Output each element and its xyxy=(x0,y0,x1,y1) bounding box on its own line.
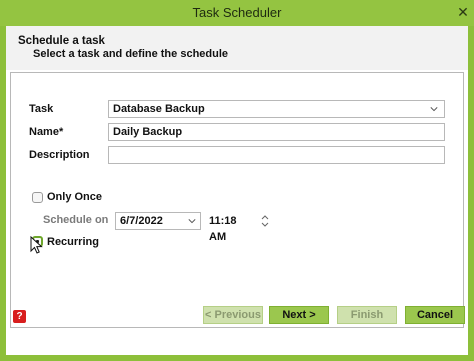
time-value: 11:18 AM xyxy=(209,215,237,243)
header-subtitle: Select a task and define the schedule xyxy=(33,48,229,60)
schedule-on-label: Schedule on xyxy=(43,214,109,226)
title-bar: Task Scheduler ✕ xyxy=(0,0,474,26)
recurring-label[interactable]: Recurring xyxy=(47,236,99,248)
help-icon[interactable]: ? xyxy=(13,310,26,323)
previous-button-label: < Previous xyxy=(205,309,261,321)
task-dropdown-value: Database Backup xyxy=(113,103,205,115)
task-dropdown[interactable]: Database Backup xyxy=(108,100,445,118)
name-label: Name* xyxy=(29,126,64,138)
chevron-down-icon xyxy=(188,219,196,224)
close-icon[interactable]: ✕ xyxy=(454,0,472,24)
finish-button-label: Finish xyxy=(350,309,384,321)
next-button[interactable]: Next > xyxy=(269,306,329,324)
cancel-button[interactable]: Cancel xyxy=(405,306,465,324)
description-field[interactable] xyxy=(108,146,445,164)
description-label: Description xyxy=(29,149,90,161)
dialog-body: Schedule a task Select a task and define… xyxy=(6,26,468,355)
cancel-button-label: Cancel xyxy=(416,309,454,321)
time-spinner-icon[interactable] xyxy=(259,212,271,230)
name-field-value: Daily Backup xyxy=(113,126,183,138)
wizard-header: Schedule a task Select a task and define… xyxy=(6,26,468,70)
name-field[interactable]: Daily Backup xyxy=(108,123,445,141)
task-label: Task xyxy=(29,103,54,115)
finish-button[interactable]: Finish xyxy=(337,306,397,324)
only-once-label[interactable]: Only Once xyxy=(47,191,102,203)
header-title: Schedule a task xyxy=(18,35,105,47)
only-once-radio[interactable] xyxy=(32,192,43,203)
previous-button[interactable]: < Previous xyxy=(203,306,263,324)
date-picker[interactable]: 6/7/2022 xyxy=(115,212,201,230)
form-panel: Task Database Backup Name* Daily Backup … xyxy=(10,72,464,328)
task-scheduler-window: Task Scheduler ✕ Schedule a task Select … xyxy=(0,0,474,361)
mouse-pointer-icon xyxy=(30,236,43,254)
chevron-down-icon xyxy=(430,107,438,112)
window-title: Task Scheduler xyxy=(192,5,282,20)
time-field[interactable]: 11:18 AM xyxy=(204,212,256,243)
date-value: 6/7/2022 xyxy=(120,215,163,227)
next-button-label: Next > xyxy=(282,309,316,321)
